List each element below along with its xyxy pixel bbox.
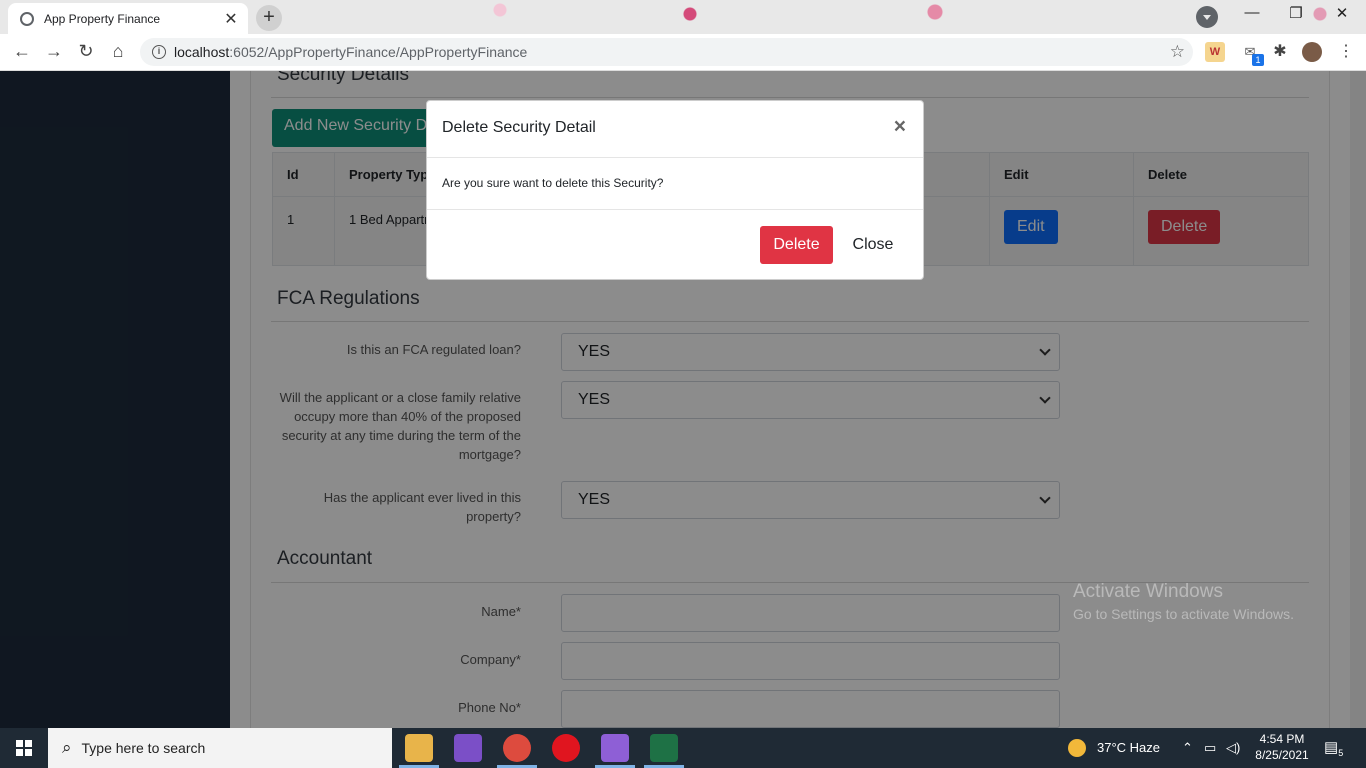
restore-icon[interactable]: ❐ xyxy=(1276,4,1316,22)
reload-icon[interactable]: ↻ xyxy=(74,41,98,62)
home-icon[interactable]: ⌂ xyxy=(106,41,130,62)
windows-taskbar: ⌕ Type here to search 37°C Haze ⌃ ▭ ◁) 4… xyxy=(0,728,1366,768)
excel-icon[interactable] xyxy=(650,734,678,762)
notification-icon[interactable]: ▤5 xyxy=(1324,728,1343,768)
tab-title: App Property Finance xyxy=(44,11,161,26)
windows-start-icon[interactable] xyxy=(0,728,48,768)
modal-close-icon[interactable]: × xyxy=(894,116,906,137)
opera-icon[interactable] xyxy=(552,734,580,762)
extensions-puzzle-icon[interactable]: ✱ xyxy=(1270,42,1290,62)
search-icon: ⌕ xyxy=(62,738,72,757)
weather-icon[interactable] xyxy=(1068,739,1086,757)
address-bar-row: ← → ↻ ⌂ i localhost:6052/AppPropertyFina… xyxy=(0,34,1366,71)
globe-icon xyxy=(20,11,34,26)
file-explorer-icon[interactable] xyxy=(405,734,433,762)
chrome-icon[interactable] xyxy=(503,734,531,762)
tab-close-icon[interactable]: ✕ xyxy=(222,9,240,29)
taskbar-search-placeholder: Type here to search xyxy=(81,740,206,756)
activate-windows-title: Activate Windows xyxy=(1073,581,1223,602)
notification-count: 5 xyxy=(1338,748,1344,758)
modal-body: Are you sure want to delete this Securit… xyxy=(427,158,923,210)
forward-icon[interactable]: → xyxy=(42,41,66,62)
browser-menu-icon[interactable]: ⋮ xyxy=(1336,42,1356,62)
mail-badge: 1 xyxy=(1252,54,1264,66)
modal-delete-button[interactable]: Delete xyxy=(760,226,833,264)
weather-text[interactable]: 37°C Haze xyxy=(1097,728,1160,768)
tray-chevron-icon[interactable]: ⌃ xyxy=(1182,728,1193,768)
clock-time: 4:54 PM xyxy=(1259,732,1305,746)
profile-avatar[interactable] xyxy=(1302,42,1322,62)
modal-close-button[interactable]: Close xyxy=(840,226,906,264)
info-icon[interactable]: i xyxy=(152,45,166,59)
clock-date: 8/25/2021 xyxy=(1255,748,1309,762)
word-extension-icon[interactable]: W xyxy=(1205,42,1225,62)
window-close-icon[interactable]: ✕ xyxy=(1322,4,1362,22)
modal-footer: Delete Close xyxy=(427,210,923,280)
minimize-icon[interactable]: — xyxy=(1232,4,1272,21)
taskbar-search-box[interactable]: ⌕ Type here to search xyxy=(48,728,392,768)
network-icon[interactable]: ▭ xyxy=(1204,728,1216,768)
bookmark-star-icon[interactable]: ☆ xyxy=(1170,42,1185,62)
browser-titlebar: App Property Finance ✕ + — ❐ ✕ xyxy=(0,0,1366,34)
tab-search-icon[interactable] xyxy=(1196,6,1218,28)
new-tab-button[interactable]: + xyxy=(256,5,282,31)
mail-extension-icon[interactable]: ✉ 1 xyxy=(1240,42,1264,66)
browser-tab[interactable]: App Property Finance ✕ xyxy=(8,3,248,34)
volume-icon[interactable]: ◁) xyxy=(1226,728,1240,768)
activate-windows-subtitle: Go to Settings to activate Windows. xyxy=(1073,606,1294,622)
visual-studio-icon[interactable] xyxy=(454,734,482,762)
url-host: localhost xyxy=(174,44,230,60)
back-icon[interactable]: ← xyxy=(10,41,34,62)
url-path: :6052/AppPropertyFinance/AppPropertyFina… xyxy=(229,44,528,60)
url-field[interactable]: i localhost:6052/AppPropertyFinance/AppP… xyxy=(140,38,1193,66)
delete-confirm-modal: Delete Security Detail × Are you sure wa… xyxy=(426,100,924,280)
modal-header: Delete Security Detail × xyxy=(427,101,923,158)
modal-title: Delete Security Detail xyxy=(442,119,596,136)
visual-studio-2-icon[interactable] xyxy=(601,734,629,762)
clock[interactable]: 4:54 PM 8/25/2021 xyxy=(1254,731,1310,763)
